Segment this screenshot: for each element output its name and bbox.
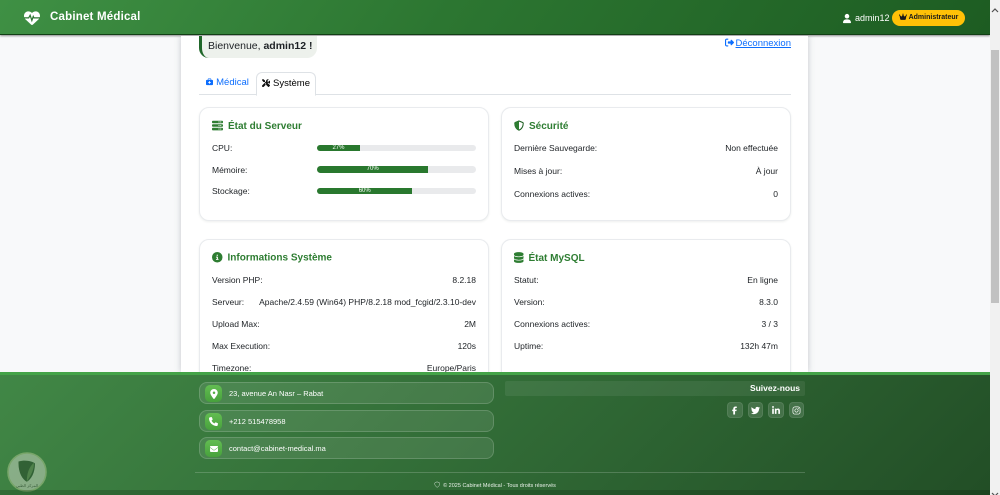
svg-text:المركز الطبي: المركز الطبي bbox=[16, 483, 38, 488]
